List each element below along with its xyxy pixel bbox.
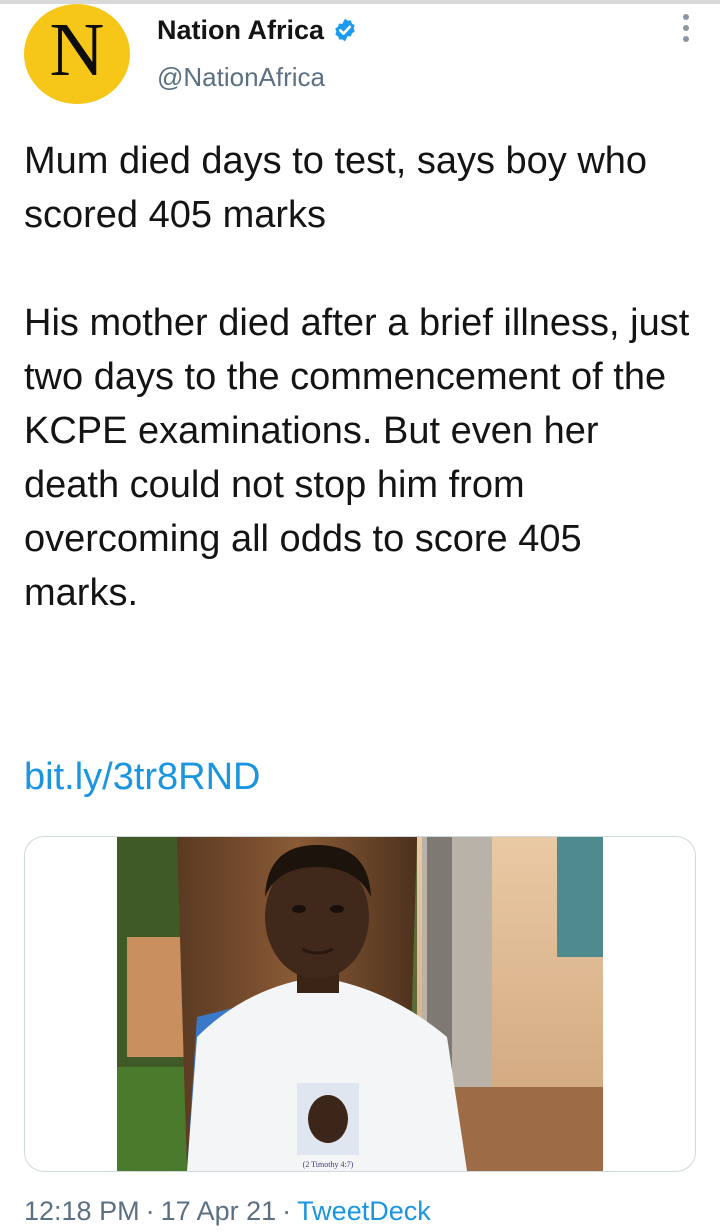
- verified-badge-icon: [335, 18, 355, 42]
- avatar[interactable]: N: [24, 4, 130, 104]
- tweet-date[interactable]: 17 Apr 21: [161, 1196, 277, 1226]
- tweet-source-link[interactable]: TweetDeck: [297, 1196, 431, 1226]
- tweet-body: Mum died days to test, says boy who scor…: [24, 134, 696, 620]
- avatar-logo-letter: N: [49, 8, 105, 92]
- more-vertical-icon[interactable]: [676, 14, 696, 48]
- separator: ·: [282, 1196, 292, 1226]
- tweet-link[interactable]: bit.ly/3tr8RND: [24, 750, 261, 804]
- tweet-time[interactable]: 12:18 PM: [24, 1196, 140, 1226]
- media-card[interactable]: (2 Timothy 4:7): [24, 836, 696, 1172]
- news-photo[interactable]: (2 Timothy 4:7): [117, 837, 603, 1171]
- tweet-meta: 12:18 PM · 17 Apr 21 · TweetDeck: [24, 1196, 431, 1227]
- shirt-print-caption: (2 Timothy 4:7): [303, 1160, 354, 1169]
- tweet-paragraph: His mother died after a brief illness, j…: [24, 302, 690, 614]
- tweet-headline: Mum died days to test, says boy who scor…: [24, 140, 648, 236]
- tweet-header: N Nation Africa @NationAfrica: [24, 4, 696, 114]
- separator: ·: [145, 1196, 155, 1226]
- author-handle[interactable]: @NationAfrica: [157, 62, 325, 93]
- author-name-row[interactable]: Nation Africa: [157, 10, 358, 50]
- display-name[interactable]: Nation Africa: [157, 15, 324, 46]
- boy-portrait-image: (2 Timothy 4:7): [117, 837, 603, 1171]
